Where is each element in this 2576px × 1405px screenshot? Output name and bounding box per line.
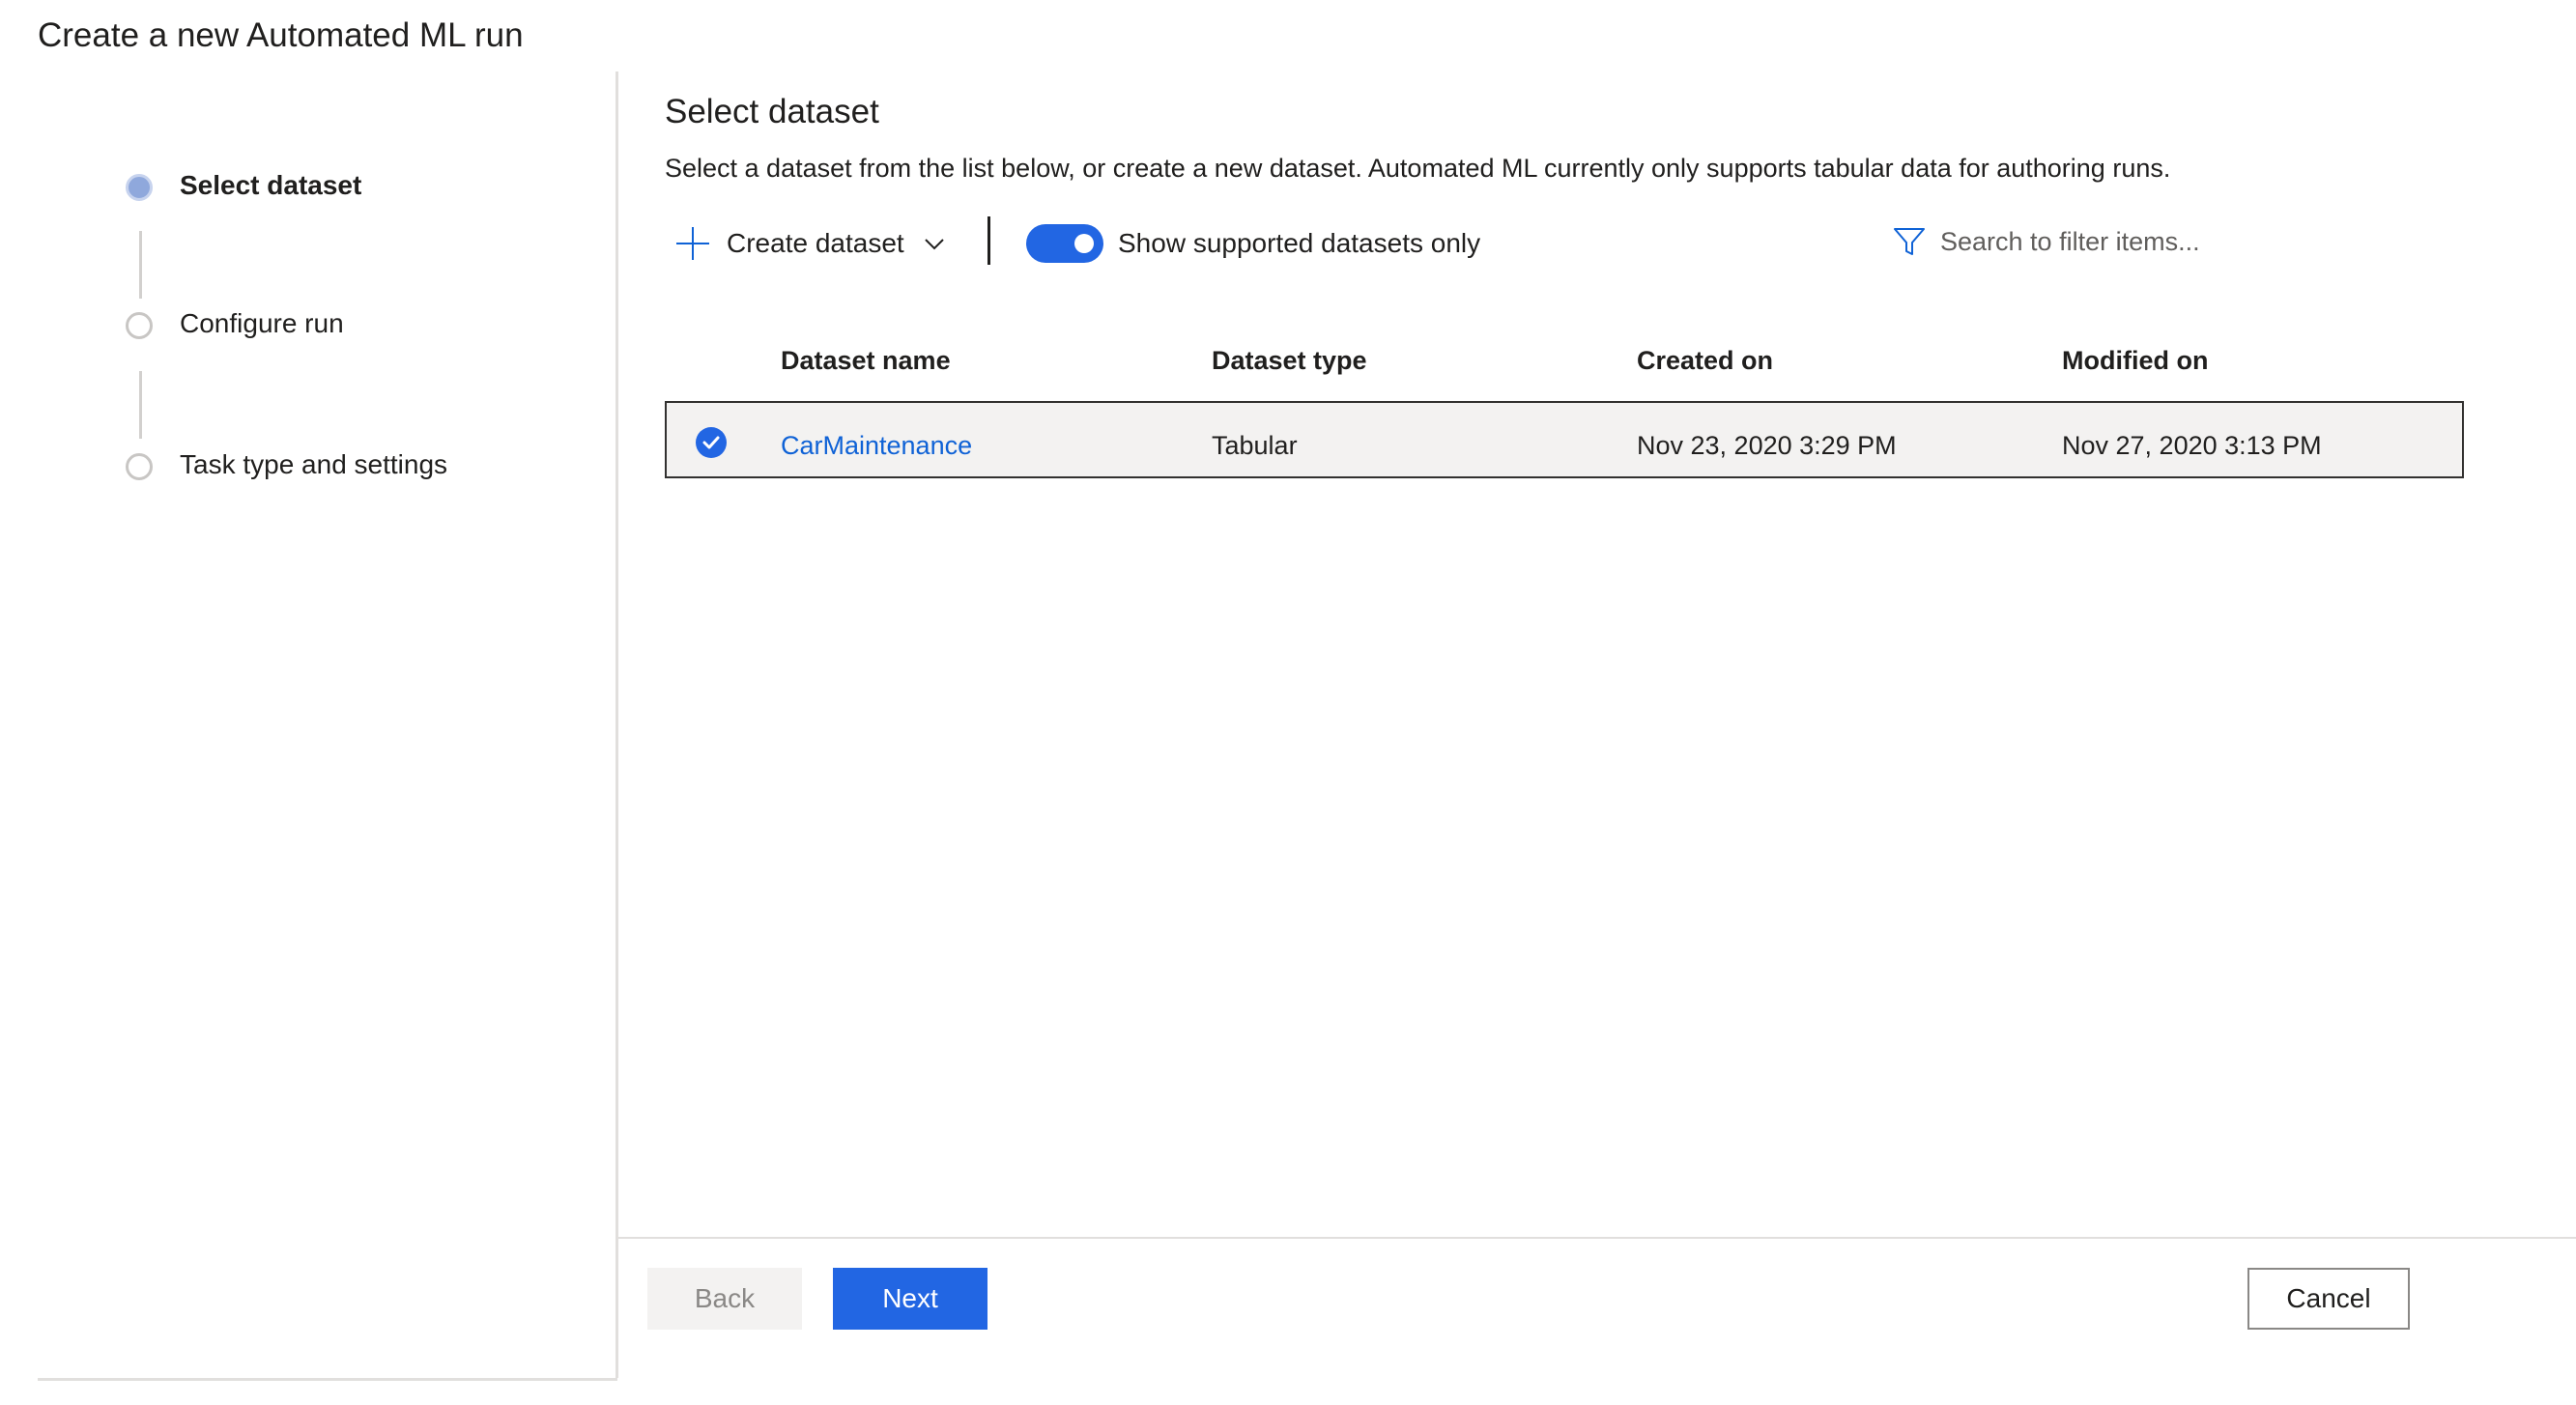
step-label: Select dataset [180, 170, 362, 200]
toolbar-separator [987, 216, 990, 265]
step-label: Task type and settings [180, 449, 448, 479]
toggle-knob [1074, 234, 1094, 253]
cancel-button[interactable]: Cancel [2247, 1268, 2410, 1330]
modified-on-cell: Nov 27, 2020 3:13 PM [2062, 431, 2322, 460]
search-input[interactable] [1940, 226, 2201, 257]
back-button[interactable]: Back [647, 1268, 802, 1330]
column-header-created-on[interactable]: Created on [1637, 343, 1773, 378]
page-title: Create a new Automated ML run [38, 16, 524, 54]
dataset-name-link[interactable]: CarMaintenance [781, 428, 972, 463]
step-indicator-active-icon [126, 174, 153, 201]
column-header-dataset-type[interactable]: Dataset type [1212, 343, 1367, 378]
chevron-down-icon [924, 239, 944, 250]
panel-divider [615, 72, 618, 1378]
column-header-modified-on[interactable]: Modified on [2062, 343, 2208, 378]
wizard-panel: Select dataset Configure run Task type a… [38, 72, 617, 1381]
created-on-cell: Nov 23, 2020 3:29 PM [1637, 431, 1897, 460]
next-button[interactable]: Next [833, 1268, 987, 1330]
create-dataset-label: Create dataset [727, 228, 904, 258]
footer-divider [618, 1237, 2576, 1239]
row-selected-check-icon[interactable] [696, 427, 727, 458]
dataset-type-cell: Tabular [1212, 431, 1298, 460]
column-header-dataset-name[interactable]: Dataset name [781, 343, 951, 378]
supported-datasets-toggle[interactable] [1026, 224, 1103, 263]
step-label: Configure run [180, 308, 344, 338]
toggle-label: Show supported datasets only [1118, 228, 1481, 258]
plus-icon [676, 227, 709, 260]
checkmark-icon [702, 436, 720, 449]
step-connector [139, 371, 142, 439]
step-connector [139, 231, 142, 299]
search-box[interactable] [1892, 220, 2201, 263]
section-description: Select a dataset from the list below, or… [665, 154, 2171, 183]
create-dataset-button[interactable]: Create dataset [676, 222, 945, 265]
filter-icon [1894, 228, 1925, 255]
section-title: Select dataset [665, 93, 879, 130]
step-indicator-icon [126, 312, 153, 339]
step-indicator-icon [126, 453, 153, 480]
